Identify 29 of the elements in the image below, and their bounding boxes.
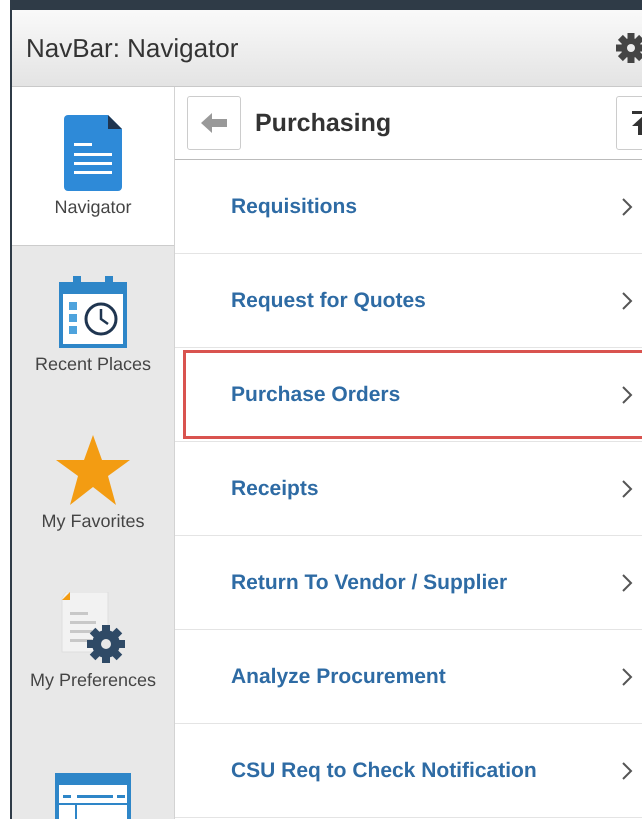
menu-link[interactable]: Purchase Orders	[231, 382, 400, 406]
window-layout-icon	[55, 773, 131, 819]
chevron-right-icon	[621, 384, 633, 404]
sidebar-tile[interactable]: Navigator	[12, 87, 174, 246]
settings-icon[interactable]	[616, 33, 642, 63]
chevron-right-icon	[621, 196, 633, 216]
menu-link[interactable]: CSU Req to Check Notification	[231, 758, 537, 782]
tile-label: My Favorites	[41, 510, 145, 532]
back-arrow-icon	[201, 113, 227, 133]
menu-link[interactable]: Return To Vendor / Supplier	[231, 570, 508, 594]
calendar-clock-icon	[59, 276, 127, 348]
menu-link[interactable]: Analyze Procurement	[231, 664, 446, 688]
document-gear-icon	[60, 592, 126, 664]
document-icon	[64, 114, 122, 190]
menu-link[interactable]: Requisitions	[231, 194, 358, 218]
tile-label: Recent Places	[34, 354, 152, 374]
chevron-right-icon	[621, 290, 633, 310]
navbar-title: NavBar: Navigator	[26, 32, 238, 64]
tile-label: My Preferences	[30, 670, 156, 690]
menu-link[interactable]: Receipts	[231, 476, 319, 500]
star-icon	[56, 434, 130, 504]
panel-title: Purchasing	[255, 108, 392, 138]
chevron-right-icon	[621, 666, 633, 686]
chevron-right-icon	[621, 760, 633, 780]
tile-label: Navigator	[54, 196, 132, 218]
back-button[interactable]	[187, 96, 241, 150]
chevron-right-icon	[621, 572, 633, 592]
menu-link[interactable]: Request for Quotes	[231, 288, 426, 312]
chevron-right-icon	[621, 478, 633, 498]
